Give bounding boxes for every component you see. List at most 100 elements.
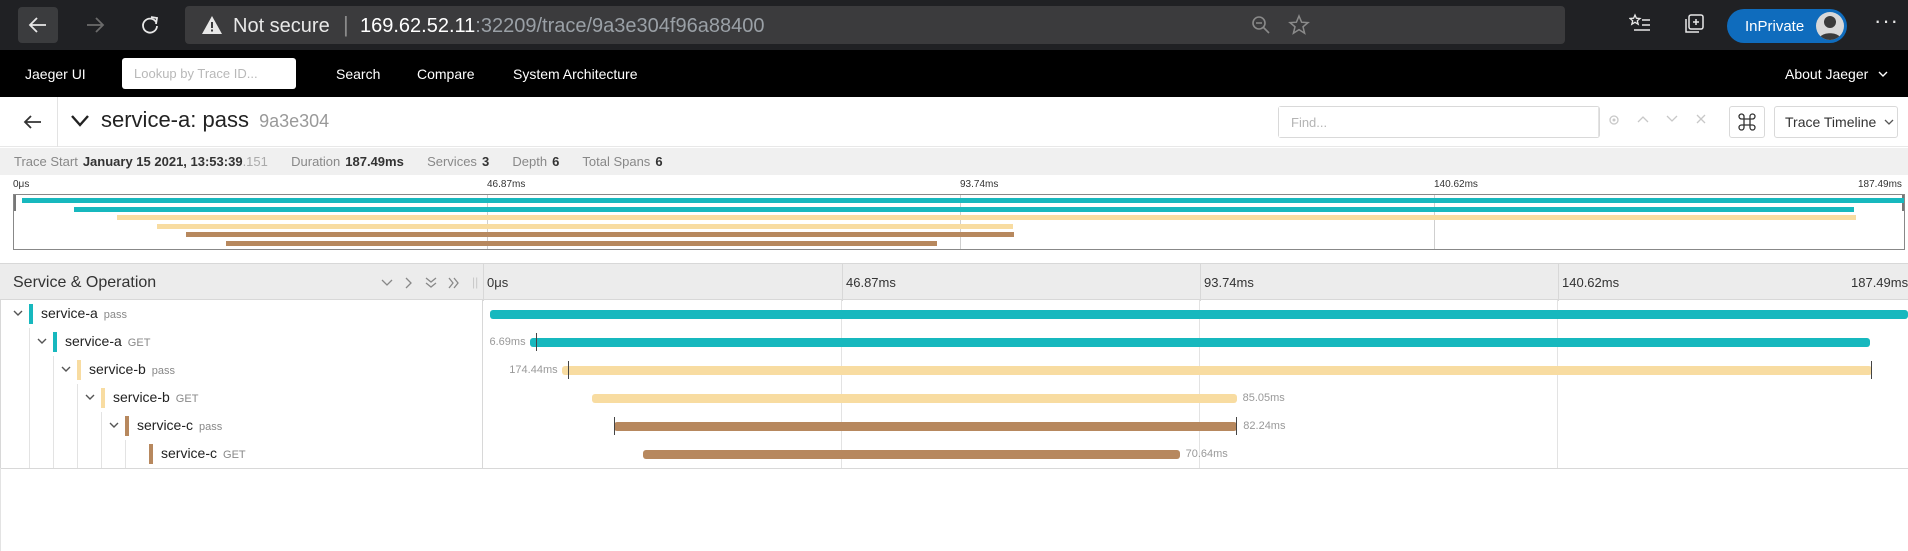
column-resize-handle[interactable]: || (472, 275, 478, 289)
span-row[interactable]: service-b pass 174.44ms (0, 356, 1908, 384)
span-duration-label: 85.05ms (1242, 392, 1285, 404)
trace-start-value: January 15 2021, 13:53:39 (82, 154, 243, 169)
span-duration-bar[interactable] (643, 450, 1180, 459)
chevron-down-icon[interactable] (381, 278, 393, 288)
span-name-cell[interactable]: service-b pass (0, 356, 483, 384)
favorites-list-icon[interactable] (1629, 13, 1651, 35)
minimap-span-bar (21, 198, 1904, 203)
chevron-down-icon[interactable] (36, 334, 48, 348)
chevron-down-icon[interactable] (1666, 114, 1678, 124)
trace-id-lookup-input[interactable] (122, 58, 296, 89)
header-divider (57, 97, 58, 147)
trace-title-text: service-a: pass (101, 107, 249, 132)
inprivate-label: InPrivate (1745, 17, 1805, 35)
operation-name: pass (199, 421, 223, 433)
view-mode-label: Trace Timeline (1785, 114, 1877, 130)
browser-back-button[interactable] (18, 7, 58, 43)
find-input-divider (1598, 107, 1599, 137)
span-service-name[interactable]: service-c GET (161, 445, 246, 461)
span-log-marker (535, 333, 537, 351)
operation-name: pass (151, 365, 176, 377)
span-timeline-cell[interactable] (484, 300, 1908, 328)
trace-title: service-a: pass 9a3e304 (101, 107, 329, 133)
span-name-cell[interactable]: service-c GET (0, 440, 483, 468)
about-jaeger-menu[interactable]: About Jaeger (1785, 66, 1888, 82)
depth-value: 6 (552, 154, 560, 169)
span-name-cell[interactable]: service-b GET (0, 384, 483, 412)
chevron-down-icon[interactable] (12, 306, 24, 320)
chevron-up-icon[interactable] (1637, 114, 1649, 124)
span-service-name[interactable]: service-b GET (113, 389, 198, 405)
span-service-name[interactable]: service-a pass (41, 305, 127, 321)
view-mode-select[interactable]: Trace Timeline (1774, 106, 1898, 138)
chevron-right-icon[interactable] (404, 277, 414, 289)
browser-reload-button[interactable] (130, 7, 170, 43)
span-row[interactable]: service-a GET 6.69ms (0, 328, 1908, 356)
browser-menu-button[interactable]: ··· (1874, 8, 1899, 34)
chevron-down-icon[interactable] (108, 418, 120, 432)
back-to-search-button[interactable] (16, 109, 48, 135)
duration-label: Duration (291, 154, 341, 169)
span-duration-bar[interactable] (489, 310, 1908, 319)
inprivate-button[interactable]: InPrivate (1727, 9, 1847, 43)
span-name-cell[interactable]: service-c pass (0, 412, 483, 440)
chevron-down-icon[interactable] (60, 362, 72, 376)
chevron-down-icon[interactable] (84, 390, 96, 404)
span-timeline-cell[interactable]: 70.64ms (484, 440, 1908, 468)
favorite-star-icon[interactable] (1288, 14, 1310, 36)
span-duration-bar[interactable] (613, 422, 1238, 431)
arrow-right-icon (87, 17, 105, 33)
span-row[interactable]: service-b GET 85.05ms (0, 384, 1908, 412)
address-bar[interactable]: Not secure | 169.62.52.11:32209/trace/9a… (185, 6, 1565, 44)
service-color-bar (29, 304, 33, 324)
span-row[interactable]: service-c pass 82.24ms (0, 412, 1908, 440)
span-timeline-cell[interactable]: 174.44ms (484, 356, 1908, 384)
span-timeline-cell[interactable]: 6.69ms (484, 328, 1908, 356)
span-service-name[interactable]: service-c pass (137, 417, 222, 433)
timeline-tick-1: 46.87ms (846, 275, 896, 290)
chevron-down-icon (1884, 119, 1894, 125)
span-log-marker (567, 361, 569, 379)
depth-label: Depth (512, 154, 548, 169)
indent-guide (101, 412, 102, 440)
indent-guide (77, 440, 78, 468)
locate-icon[interactable] (1607, 113, 1621, 127)
double-chevron-down-icon[interactable] (425, 276, 437, 289)
brand-link[interactable]: Jaeger UI (25, 66, 86, 82)
span-timeline-cell[interactable]: 82.24ms (484, 412, 1908, 440)
timeline-gridline (1557, 384, 1558, 412)
minimap-left-handle[interactable] (14, 195, 16, 211)
span-duration-bar[interactable] (591, 394, 1237, 403)
chevron-down-icon[interactable] (70, 113, 90, 129)
about-jaeger-label: About Jaeger (1785, 66, 1869, 82)
find-input[interactable] (1279, 107, 1599, 137)
total-spans-label: Total Spans (582, 154, 651, 169)
span-name-cell[interactable]: service-a pass (0, 300, 483, 328)
minimap-canvas[interactable] (13, 194, 1905, 250)
close-icon[interactable] (1696, 114, 1706, 124)
span-timeline-cell[interactable]: 85.05ms (484, 384, 1908, 412)
indent-guide (77, 384, 78, 412)
keyboard-shortcuts-button[interactable] (1729, 106, 1765, 138)
zoom-icon[interactable] (1250, 14, 1272, 36)
services-label: Services (427, 154, 477, 169)
trace-start-fraction: .151 (242, 154, 268, 169)
arrow-left-icon (28, 17, 46, 33)
double-chevron-right-icon[interactable] (447, 277, 460, 289)
span-row[interactable]: service-c GET 70.64ms (0, 440, 1908, 468)
nav-compare-link[interactable]: Compare (417, 66, 475, 82)
trace-minimap[interactable]: 0μs 46.87ms 93.74ms 140.62ms 187.49ms (0, 175, 1908, 255)
span-duration-bar[interactable] (529, 338, 1871, 347)
span-row[interactable]: service-a pass (0, 300, 1908, 328)
nav-search-link[interactable]: Search (336, 66, 380, 82)
nav-system-architecture-link[interactable]: System Architecture (513, 66, 638, 82)
indent-guide (53, 384, 54, 412)
span-service-name[interactable]: service-b pass (89, 361, 175, 377)
collections-icon[interactable] (1683, 13, 1705, 35)
span-duration-bar[interactable] (561, 366, 1872, 375)
browser-forward-button[interactable] (75, 7, 115, 43)
service-name: service-b (89, 361, 146, 377)
span-name-cell[interactable]: service-a GET (0, 328, 483, 356)
not-secure-label: Not secure (233, 15, 330, 37)
span-service-name[interactable]: service-a GET (65, 333, 150, 349)
